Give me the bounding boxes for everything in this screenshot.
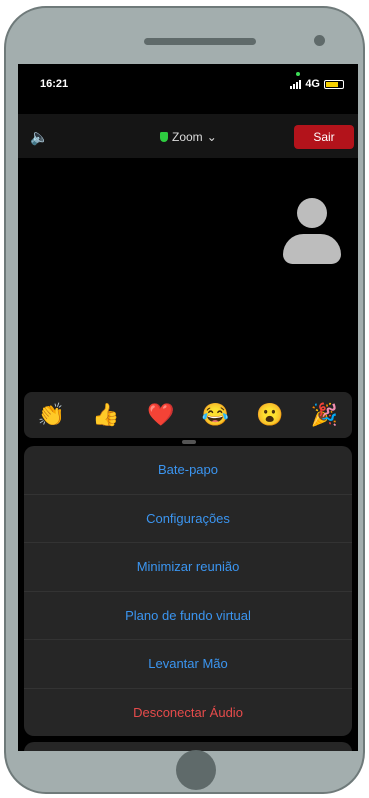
phone-frame: 16:21 4G 🔈 Zoom ⌄ Sair 👏 👍 ❤️ 😂 😮 🎉 Bate… xyxy=(4,6,365,794)
shield-icon xyxy=(160,132,168,142)
speaker-grille xyxy=(144,38,256,45)
battery-icon xyxy=(324,79,344,89)
front-camera xyxy=(314,35,325,46)
speaker-icon[interactable]: 🔈 xyxy=(30,128,49,146)
signal-icon xyxy=(290,79,302,89)
status-indicators: 4G xyxy=(290,78,344,90)
menu-item-raise-hand[interactable]: Levantar Mão xyxy=(24,640,352,689)
more-menu: Bate-papo Configurações Minimizar reuniã… xyxy=(24,446,352,736)
status-time: 16:21 xyxy=(40,78,69,90)
network-type: 4G xyxy=(305,78,320,90)
leave-button[interactable]: Sair xyxy=(294,125,354,149)
party-icon[interactable]: 🎉 xyxy=(311,402,338,428)
avatar-head xyxy=(297,198,327,228)
screen: 16:21 4G 🔈 Zoom ⌄ Sair 👏 👍 ❤️ 😂 😮 🎉 Bate… xyxy=(18,64,358,751)
meeting-top-bar: 🔈 Zoom ⌄ Sair xyxy=(18,114,358,158)
avatar-body xyxy=(283,234,341,264)
surprised-icon[interactable]: 😮 xyxy=(256,402,283,428)
menu-item-disconnect-audio[interactable]: Desconectar Áudio xyxy=(24,689,352,738)
meeting-title[interactable]: Zoom ⌄ xyxy=(160,130,217,144)
sheet-handle[interactable] xyxy=(182,440,196,444)
menu-item-settings[interactable]: Configurações xyxy=(24,495,352,543)
cancel-sheet[interactable] xyxy=(24,742,352,751)
clap-icon[interactable]: 👏 xyxy=(38,402,65,428)
reactions-bar: 👏 👍 ❤️ 😂 😮 🎉 xyxy=(24,392,352,438)
thumbs-up-icon[interactable]: 👍 xyxy=(92,402,119,428)
meeting-title-label: Zoom xyxy=(172,130,203,144)
laugh-icon[interactable]: 😂 xyxy=(202,402,229,428)
menu-item-chat[interactable]: Bate-papo xyxy=(24,446,352,495)
menu-item-virtual-background[interactable]: Plano de fundo virtual xyxy=(24,592,352,640)
heart-icon[interactable]: ❤️ xyxy=(147,402,174,428)
mic-indicator-icon xyxy=(296,72,300,76)
menu-item-minimize[interactable]: Minimizar reunião xyxy=(24,543,352,592)
chevron-down-icon: ⌄ xyxy=(206,130,217,144)
status-bar: 16:21 4G xyxy=(18,64,358,104)
home-button[interactable] xyxy=(176,750,216,790)
